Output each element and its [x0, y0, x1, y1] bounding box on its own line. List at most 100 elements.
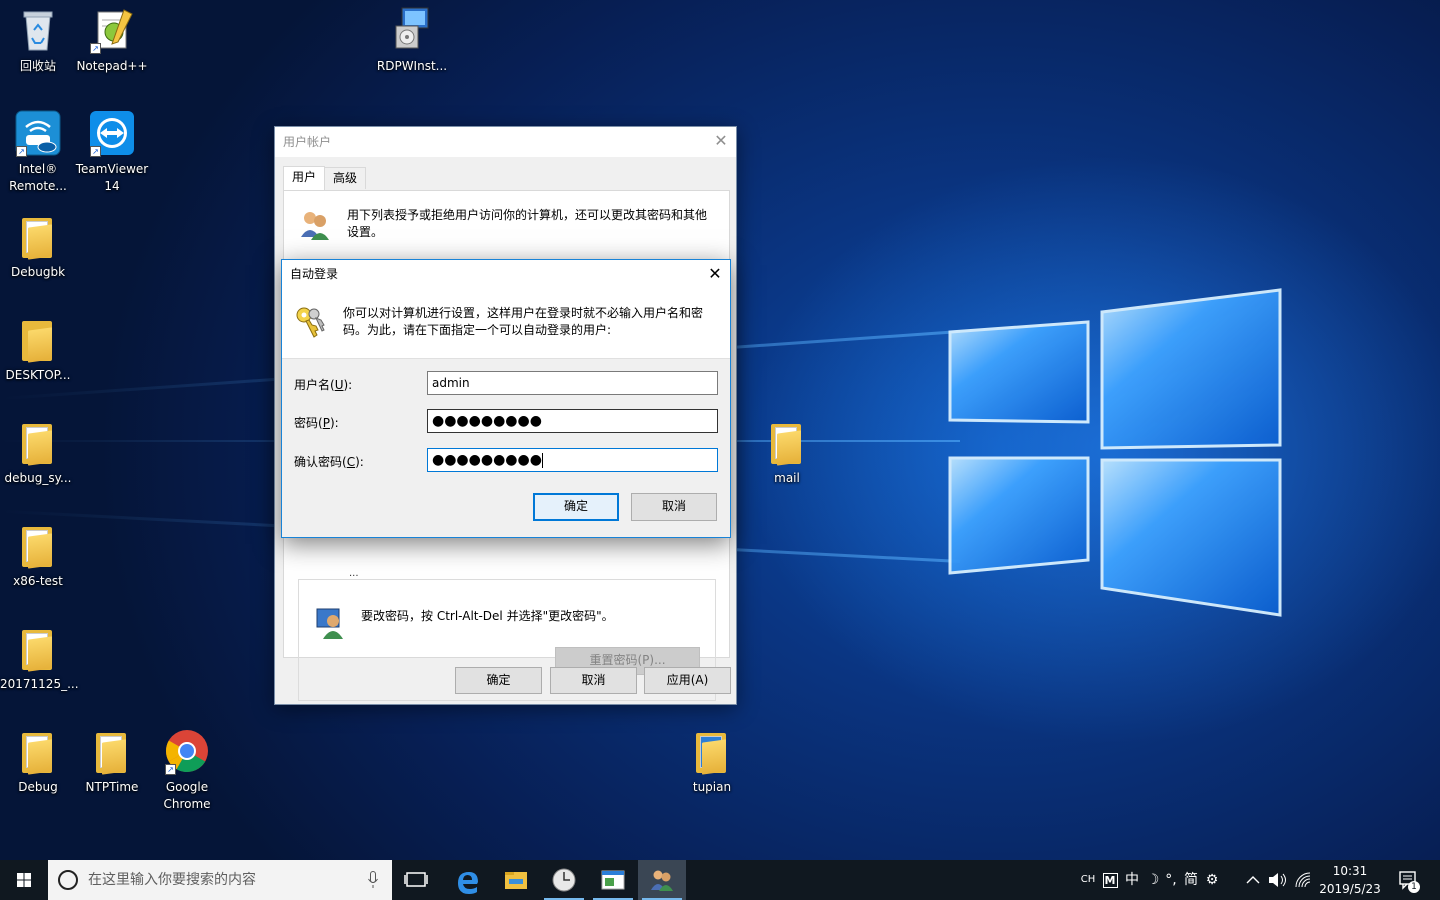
password-label: 密码(P):	[294, 416, 339, 430]
password-input[interactable]: ●●●●●●●●●	[427, 409, 718, 433]
desktop-icon-desktop-folder[interactable]: DESKTOP...	[0, 315, 76, 384]
microphone-icon[interactable]	[368, 871, 378, 889]
taskbar-clock-app[interactable]	[540, 860, 588, 900]
windows-logo-wallpaper	[948, 288, 1282, 617]
users-icon	[651, 870, 673, 891]
desktop-icon-debug-sy[interactable]: debug_sy...	[0, 418, 76, 487]
desktop-icon-label: debug_sy...	[4, 471, 72, 485]
desktop-icon-label: RDPWInst...	[376, 59, 448, 73]
desktop-icon-label: tupian	[692, 780, 732, 794]
task-view-button[interactable]	[392, 860, 440, 900]
user-accounts-description: 用下列表授予或拒绝用户访问你的计算机，还可以更改其密码和其他设置。	[347, 208, 708, 239]
tab-advanced[interactable]: 高级	[324, 167, 367, 189]
task-view-icon	[404, 872, 428, 887]
user-accounts-titlebar[interactable]: 用户帐户 ✕	[275, 127, 736, 157]
ime-mode[interactable]: 中	[1121, 860, 1143, 900]
ime-simplified[interactable]: 简	[1180, 860, 1202, 900]
edge-icon	[458, 872, 478, 894]
ime-halfwidth-icon[interactable]: ☽	[1144, 860, 1162, 900]
desktop-icon-label: TeamViewer 14	[75, 162, 149, 193]
folder-icon	[14, 624, 62, 672]
folder-icon	[14, 418, 62, 466]
tab-users[interactable]: 用户	[283, 166, 326, 190]
folder-icon	[88, 727, 136, 775]
desktop-icon-google-chrome[interactable]: ↗ Google Chrome	[149, 727, 225, 813]
confirm-password-input[interactable]: ●●●●●●●●●	[427, 448, 718, 472]
notification-badge: 1	[1408, 881, 1420, 893]
intel-remote-icon: ↗	[14, 109, 62, 157]
windows-start-icon	[17, 873, 31, 887]
clock-app-icon	[552, 868, 576, 892]
desktop-icon-label: Google Chrome	[163, 780, 211, 811]
ime-punctuation-icon[interactable]: °,	[1162, 860, 1180, 900]
taskbar-user-accounts[interactable]	[638, 860, 686, 900]
ime-settings-icon[interactable]: ⚙	[1202, 860, 1222, 900]
cortana-icon	[58, 870, 78, 890]
desktop-icon-debugbk[interactable]: Debugbk	[0, 212, 76, 281]
desktop-icon-label: Debugbk	[10, 265, 66, 279]
username-input[interactable]: admin	[427, 371, 718, 395]
notification-center-button[interactable]: 1	[1394, 860, 1424, 900]
desktop-icon-intel-remote[interactable]: ↗ Intel® Remote...	[0, 109, 76, 195]
recycle-bin-icon	[14, 6, 62, 54]
username-label: 用户名(U):	[294, 378, 353, 392]
desktop-icon-ntptime[interactable]: NTPTime	[74, 727, 150, 796]
window-app-icon	[601, 870, 625, 890]
clock-date: 2019/5/23	[1319, 882, 1381, 896]
installer-icon	[388, 6, 436, 54]
text-caret	[541, 452, 543, 468]
folder-icon	[14, 315, 62, 363]
desktop-icon-20171125[interactable]: 20171125_...	[0, 624, 79, 693]
system-clock[interactable]: 10:31 2019/5/23	[1316, 862, 1384, 898]
desktop-icon-recycle-bin[interactable]: 回收站	[0, 6, 76, 75]
confirm-password-value: ●●●●●●●●●	[432, 452, 542, 468]
desktop-icon-mail[interactable]: mail	[749, 418, 825, 487]
desktop-icon-label: Intel® Remote...	[9, 162, 67, 193]
desktop-icon-tupian[interactable]: tupian	[674, 727, 750, 796]
auto-logon-titlebar[interactable]: 自动登录 ✕	[282, 260, 730, 289]
start-button[interactable]	[0, 860, 48, 900]
notification-icon	[1399, 871, 1416, 890]
folder-icon	[505, 872, 527, 889]
shortcut-arrow-icon: ↗	[90, 146, 101, 157]
taskbar-window-app[interactable]	[589, 860, 637, 900]
desktop-icon-label: 回收站	[19, 59, 56, 73]
taskbar: 在这里输入你要搜索的内容 CH M 中 ☽ °, 简 ⚙ 10:31 2019/…	[0, 860, 1440, 900]
taskbar-edge[interactable]	[443, 860, 491, 900]
desktop-icon-label: Notepad++	[76, 59, 148, 73]
window-title: 用户帐户	[283, 135, 332, 149]
folder-icon	[763, 418, 811, 466]
desktop-icon-label: DESKTOP...	[5, 368, 71, 382]
auto-logon-dialog: 自动登录 ✕ 你可以对计算机进行设置，这样用户在登录时就不必输入用户名和密码。为…	[281, 259, 731, 538]
ime-language[interactable]: CH	[1078, 860, 1098, 900]
taskbar-file-explorer[interactable]	[492, 860, 540, 900]
desktop-icon-label: 20171125_...	[0, 677, 79, 691]
desktop-icon-teamviewer[interactable]: ↗ TeamViewer 14	[74, 109, 150, 195]
clipped-groupbox-label: ...	[349, 568, 359, 579]
desktop-icon-label: Debug	[18, 780, 58, 794]
confirm-password-label: 确认密码(C):	[294, 455, 364, 469]
network-icon[interactable]	[1292, 860, 1314, 900]
chrome-icon: ↗	[163, 727, 211, 775]
folder-icon	[688, 727, 736, 775]
desktop-icon-rdpwinst[interactable]: RDPWInst...	[374, 6, 450, 75]
folder-icon	[14, 727, 62, 775]
cancel-button[interactable]: 取消	[550, 667, 637, 694]
ok-button[interactable]: 确定	[533, 493, 619, 521]
apply-button[interactable]: 应用(A)	[644, 667, 731, 694]
ok-button[interactable]: 确定	[455, 667, 542, 694]
desktop-icon-notepadpp[interactable]: ↗ Notepad++	[74, 6, 150, 75]
desktop-icon-x86-test[interactable]: x86-test	[0, 521, 76, 590]
chevron-up-icon[interactable]	[1243, 860, 1263, 900]
close-icon[interactable]: ✕	[700, 260, 730, 289]
desktop-icon-debug[interactable]: Debug	[0, 727, 76, 796]
shortcut-arrow-icon: ↗	[165, 764, 176, 775]
window-title: 自动登录	[290, 267, 339, 281]
volume-icon[interactable]	[1266, 860, 1288, 900]
ime-m-icon[interactable]: M	[1101, 860, 1119, 900]
search-box[interactable]: 在这里输入你要搜索的内容	[48, 860, 392, 900]
close-icon[interactable]: ✕	[706, 127, 736, 157]
cancel-button[interactable]: 取消	[631, 493, 717, 521]
teamviewer-icon: ↗	[88, 109, 136, 157]
desktop-icon-label: mail	[774, 471, 800, 485]
